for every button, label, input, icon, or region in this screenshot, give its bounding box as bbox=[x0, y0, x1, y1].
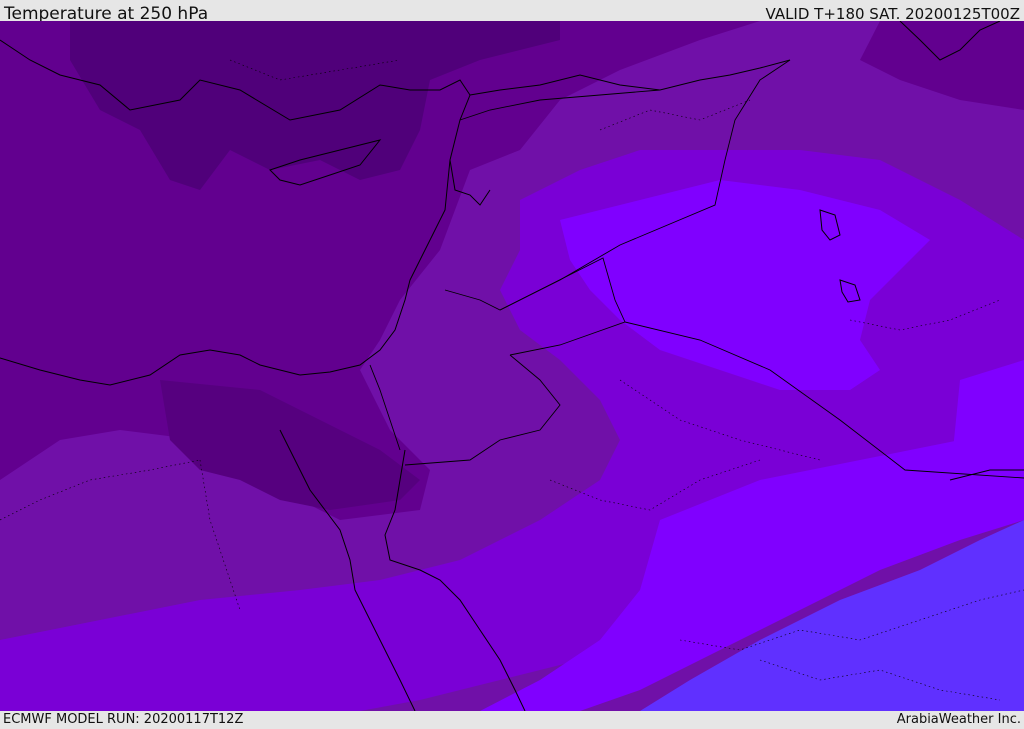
header-bar: Temperature at 250 hPa VALID T+180 SAT. … bbox=[0, 0, 1024, 24]
model-run-label: ECMWF MODEL RUN: 20200117T12Z bbox=[3, 712, 244, 727]
footer-bar: ECMWF MODEL RUN: 20200117T12Z ArabiaWeat… bbox=[0, 711, 1024, 729]
credit-label: ArabiaWeather Inc. bbox=[896, 712, 1021, 727]
temperature-map[interactable] bbox=[0, 21, 1024, 711]
